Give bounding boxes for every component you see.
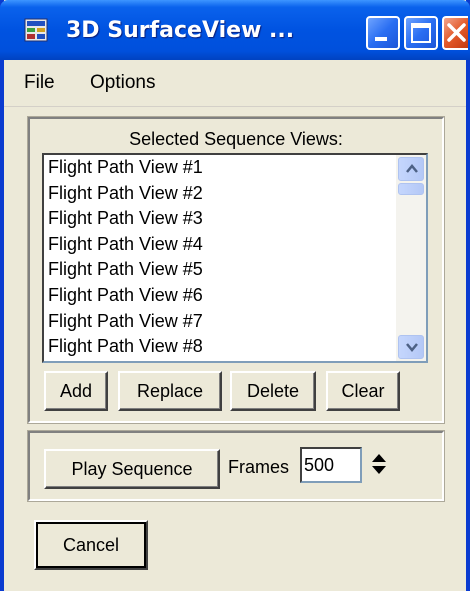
frames-spinner-icon[interactable] [370, 451, 388, 477]
play-sequence-button[interactable]: Play Sequence [44, 449, 220, 489]
scroll-thumb[interactable] [398, 183, 424, 195]
sequence-views-list[interactable]: Flight Path View #1 Flight Path View #2 … [42, 153, 428, 363]
playback-panel: Play Sequence Frames 500 [27, 430, 445, 502]
replace-button[interactable]: Replace [118, 371, 222, 411]
minimize-icon [375, 37, 387, 41]
scroll-up-button[interactable] [398, 157, 424, 181]
list-item[interactable]: Flight Path View #5 [48, 257, 398, 283]
menu-bar: File Options [4, 60, 466, 107]
list-item[interactable]: Flight Path View #6 [48, 283, 398, 309]
maximize-icon [411, 23, 431, 43]
frames-input[interactable]: 500 [300, 447, 362, 483]
app-icon [24, 18, 48, 42]
scroll-down-button[interactable] [398, 335, 424, 359]
surfaceview-window: 3D SurfaceView ... File Options Selected… [0, 0, 470, 591]
list-item[interactable]: Flight Path View #2 [48, 181, 398, 207]
delete-button[interactable]: Delete [230, 371, 316, 411]
minimize-button[interactable] [366, 16, 400, 50]
list-item[interactable]: Flight Path View #8 [48, 334, 398, 360]
list-item[interactable]: Flight Path View #3 [48, 206, 398, 232]
frames-label: Frames [228, 457, 290, 477]
close-icon [447, 23, 466, 42]
title-bar[interactable]: 3D SurfaceView ... [0, 0, 470, 60]
cancel-button-label: Cancel [62, 535, 120, 555]
add-button[interactable]: Add [44, 371, 108, 411]
close-button[interactable] [442, 16, 468, 50]
list-item[interactable]: Flight Path View #4 [48, 232, 398, 258]
menu-options[interactable]: Options [90, 72, 155, 94]
maximize-button[interactable] [404, 16, 438, 50]
window-title: 3D SurfaceView ... [66, 18, 295, 43]
sequence-views-title: Selected Sequence Views: [129, 129, 343, 149]
cancel-button[interactable]: Cancel [34, 520, 148, 570]
chevron-down-icon [406, 343, 418, 352]
menu-file[interactable]: File [24, 72, 55, 94]
list-item[interactable]: Flight Path View #7 [48, 309, 398, 335]
chevron-up-icon [406, 164, 418, 173]
clear-button[interactable]: Clear [326, 371, 400, 411]
sequence-views-items: Flight Path View #1 Flight Path View #2 … [48, 155, 398, 361]
sequence-views-panel: Selected Sequence Views: Flight Path Vie… [27, 116, 445, 424]
list-item[interactable]: Flight Path View #1 [48, 155, 398, 181]
list-scrollbar[interactable] [396, 155, 426, 361]
